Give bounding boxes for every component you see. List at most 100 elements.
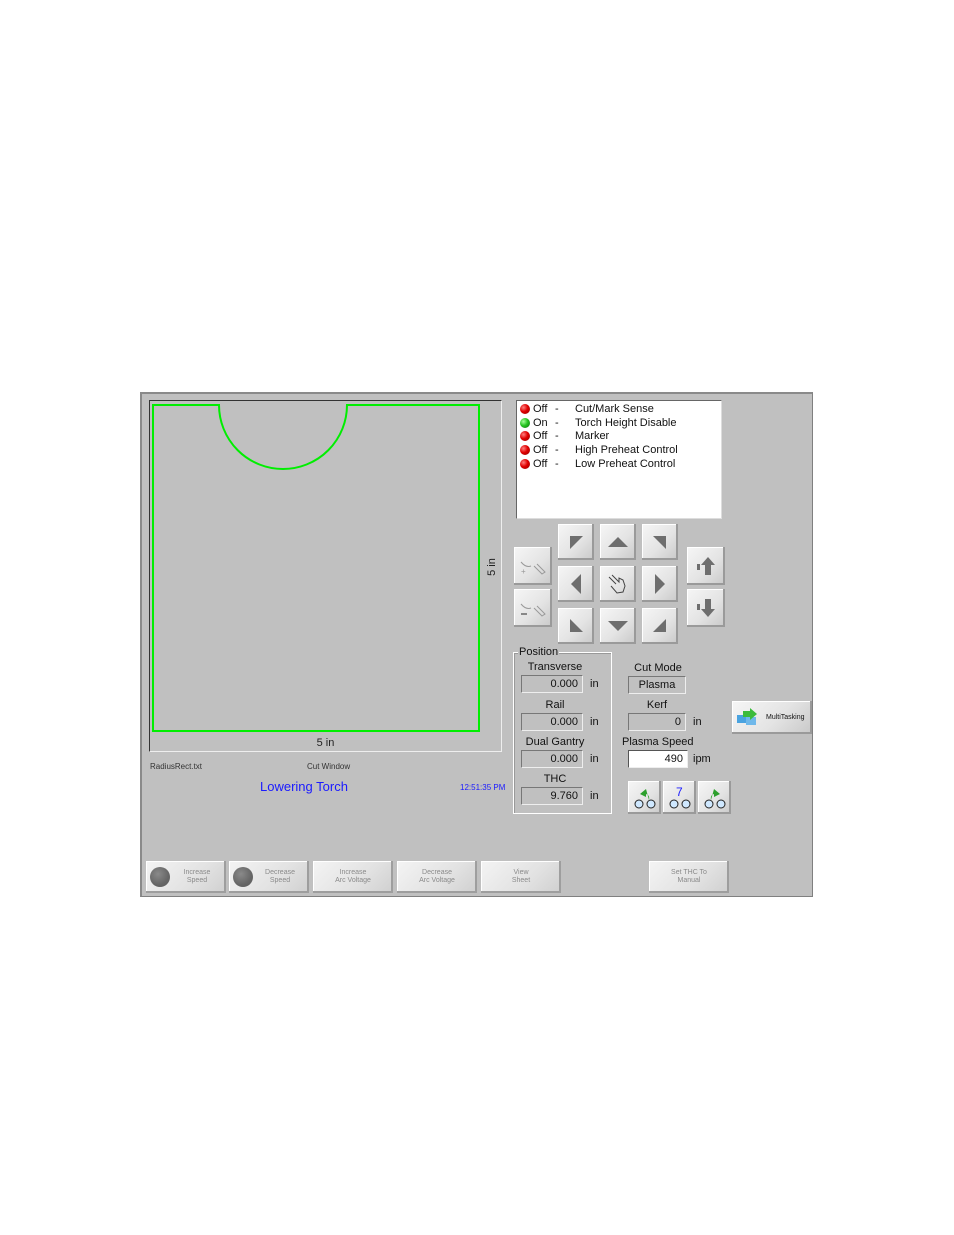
thc-readout: 9.760: [521, 787, 583, 805]
trace-forward-binoculars-icon: [704, 788, 725, 808]
torch-up-icon: +: [520, 561, 546, 576]
manual-jog-button[interactable]: [600, 566, 636, 602]
decrease-arc-voltage-button[interactable]: Decrease Arc Voltage: [397, 861, 477, 893]
cut-mode-readout: Plasma: [628, 676, 686, 694]
multitasking-icon: [737, 707, 757, 725]
io-state: On: [533, 416, 548, 429]
part-outline: [152, 404, 480, 732]
arrow-down-left-icon: [570, 619, 583, 632]
green-led-icon: [520, 417, 530, 428]
arrow-right-icon: [655, 574, 665, 594]
file-name-label: RadiusRect.txt: [150, 762, 203, 771]
io-separator: -: [555, 402, 559, 415]
thc-unit: in: [590, 790, 599, 802]
arrow-up-icon: [608, 537, 628, 547]
kerf-unit: in: [693, 716, 702, 728]
transverse-readout: 0.000: [521, 675, 583, 693]
io-label: Cut/Mark Sense: [575, 402, 654, 415]
jog-down-right-button[interactable]: [642, 608, 678, 644]
raise-torch-button[interactable]: +: [514, 547, 552, 585]
thc-down-button[interactable]: [687, 589, 725, 627]
io-label: Low Preheat Control: [575, 458, 676, 471]
jog-left-button[interactable]: [558, 566, 594, 602]
multitasking-button[interactable]: MultiTasking: [732, 701, 812, 734]
increase-arc-voltage-button[interactable]: Increase Arc Voltage: [313, 861, 393, 893]
kerf-label: Kerf: [646, 699, 668, 711]
jog-up-right-button[interactable]: [642, 524, 678, 560]
lower-torch-button[interactable]: [514, 589, 552, 627]
arrow-down-right-icon: [653, 619, 666, 632]
set-thc-manual-label: Set THC To Manual: [671, 869, 707, 884]
trace-forward-button[interactable]: [698, 781, 731, 814]
io-label: Marker: [575, 430, 610, 443]
cnc-control-window: 5 in 5 in RadiusRect.txt Cut Window Lowe…: [140, 392, 813, 897]
jog-up-left-button[interactable]: [558, 524, 594, 560]
io-separator: -: [555, 416, 559, 429]
rail-unit: in: [590, 716, 599, 728]
io-list-item[interactable]: Off - Marker: [517, 430, 721, 444]
io-list-item[interactable]: On - Torch Height Disable: [517, 416, 721, 430]
red-led-icon: [520, 445, 530, 456]
arrow-down-icon: [608, 621, 628, 631]
position-group-label: Position: [518, 646, 560, 658]
io-state: Off: [533, 430, 548, 443]
step-count-label: 7: [676, 785, 683, 799]
trace-back-binoculars-icon: [634, 788, 655, 808]
cut-window-title: Cut Window: [307, 762, 351, 771]
thc-up-arrow-icon: [697, 557, 715, 575]
binoculars-icon: 7: [669, 785, 690, 808]
io-separator: -: [555, 430, 559, 443]
decrease-speed-button[interactable]: Decrease Speed: [229, 861, 309, 893]
rail-readout: 0.000: [521, 713, 583, 731]
torch-down-icon: [520, 603, 546, 617]
plasma-speed-label: Plasma Speed: [622, 736, 694, 748]
thc-label: THC: [543, 773, 567, 785]
jog-down-left-button[interactable]: [558, 608, 594, 644]
io-state: Off: [533, 402, 548, 415]
dial-icon: [150, 867, 170, 887]
trace-back-button[interactable]: [628, 781, 661, 814]
plasma-speed-unit: ipm: [693, 753, 711, 765]
jog-right-button[interactable]: [642, 566, 678, 602]
cut-mode-label: Cut Mode: [634, 662, 682, 674]
svg-text:+: +: [521, 567, 526, 576]
red-led-icon: [520, 403, 530, 414]
arrow-left-icon: [571, 574, 581, 594]
plasma-speed-input[interactable]: [628, 750, 688, 768]
kerf-readout: 0: [628, 713, 686, 731]
rail-label: Rail: [545, 699, 565, 711]
view-sheet-button[interactable]: View Sheet: [481, 861, 561, 893]
red-led-icon: [520, 431, 530, 442]
transverse-unit: in: [590, 678, 599, 690]
jog-up-button[interactable]: [600, 524, 636, 560]
view-sheet-label: View Sheet: [511, 869, 531, 884]
transverse-label: Transverse: [527, 661, 583, 673]
thc-up-button[interactable]: [687, 547, 725, 585]
cut-window-preview: 5 in 5 in: [149, 400, 502, 752]
position-group: Position Transverse 0.000 in Rail 0.000 …: [513, 646, 612, 814]
thc-down-arrow-icon: [697, 599, 715, 617]
red-led-icon: [520, 459, 530, 470]
jog-down-button[interactable]: [600, 608, 636, 644]
decrease-arc-voltage-label: Decrease Arc Voltage: [419, 869, 455, 884]
io-label: Torch Height Disable: [575, 416, 677, 429]
dial-icon: [233, 867, 253, 887]
io-separator: -: [555, 458, 559, 471]
dual-gantry-readout: 0.000: [521, 750, 583, 768]
set-thc-manual-button[interactable]: Set THC To Manual: [649, 861, 729, 893]
clock-readout: 12:51:35 PM: [460, 783, 506, 792]
hand-icon: [608, 574, 626, 594]
arrow-up-left-icon: [570, 536, 583, 549]
io-list-item[interactable]: Off - High Preheat Control: [517, 443, 721, 457]
dual-gantry-label: Dual Gantry: [525, 736, 585, 748]
io-list-item[interactable]: Off - Cut/Mark Sense: [517, 402, 721, 416]
height-dimension-label: 5 in: [485, 558, 498, 576]
increase-speed-button[interactable]: Increase Speed: [146, 861, 226, 893]
io-list-item[interactable]: Off - Low Preheat Control: [517, 457, 721, 471]
width-dimension-label: 5 in: [316, 737, 335, 749]
increase-arc-voltage-label: Increase Arc Voltage: [335, 869, 371, 884]
multitasking-label: MultiTasking: [766, 714, 805, 721]
trace-step-button[interactable]: 7: [663, 781, 696, 814]
decrease-speed-label: Decrease Speed: [265, 869, 295, 884]
io-status-list[interactable]: Off - Cut/Mark Sense On - Torch Height Disabl…: [516, 400, 722, 519]
